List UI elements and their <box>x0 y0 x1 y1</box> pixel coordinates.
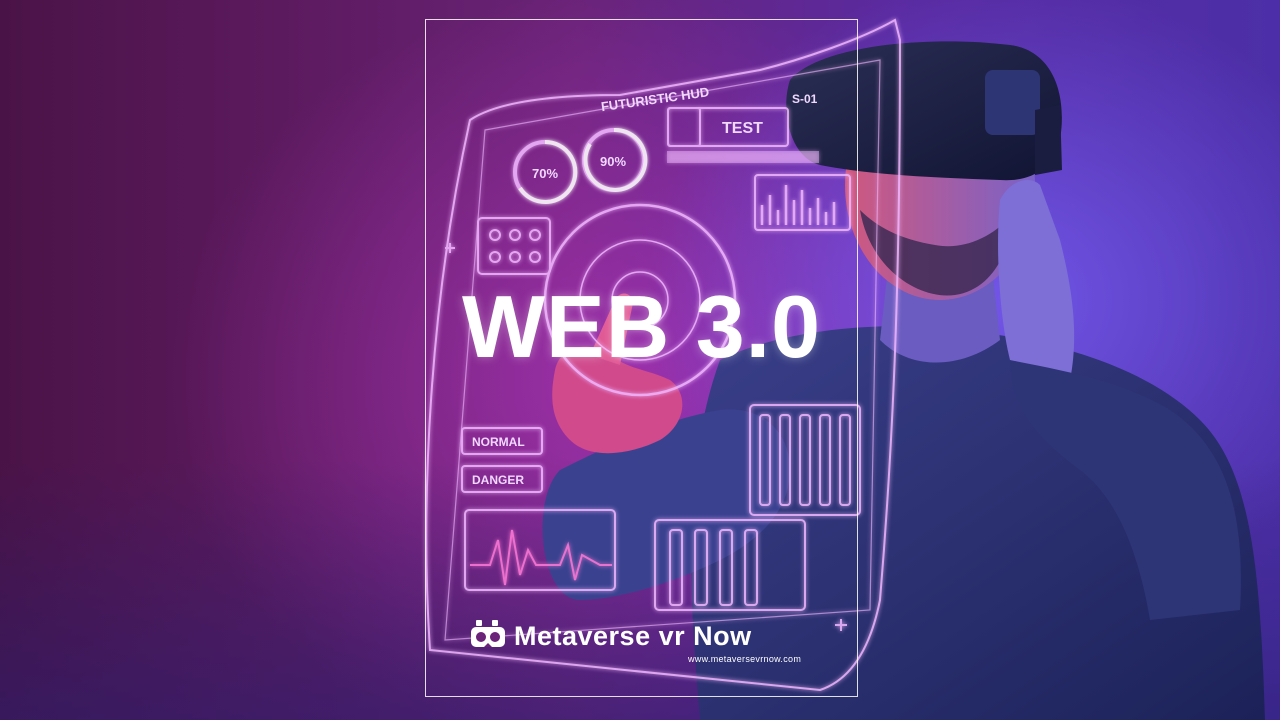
brand-name: Metaverse vr Now <box>514 620 752 651</box>
thumbnail-scene: FUTURISTIC HUD 70% 90% TEST S-01 NORMAL … <box>0 0 1280 720</box>
brand-logo: Metaverse vr Now <box>468 616 752 656</box>
vr-headset-logo-icon <box>471 620 505 647</box>
brand-url: www.metaversevrnow.com <box>688 654 802 664</box>
vr-headset-panel <box>985 70 1040 135</box>
vr-headset-strap <box>1035 105 1062 175</box>
page-title: WEB 3.0 <box>461 277 822 376</box>
person-hand-right <box>998 180 1075 384</box>
